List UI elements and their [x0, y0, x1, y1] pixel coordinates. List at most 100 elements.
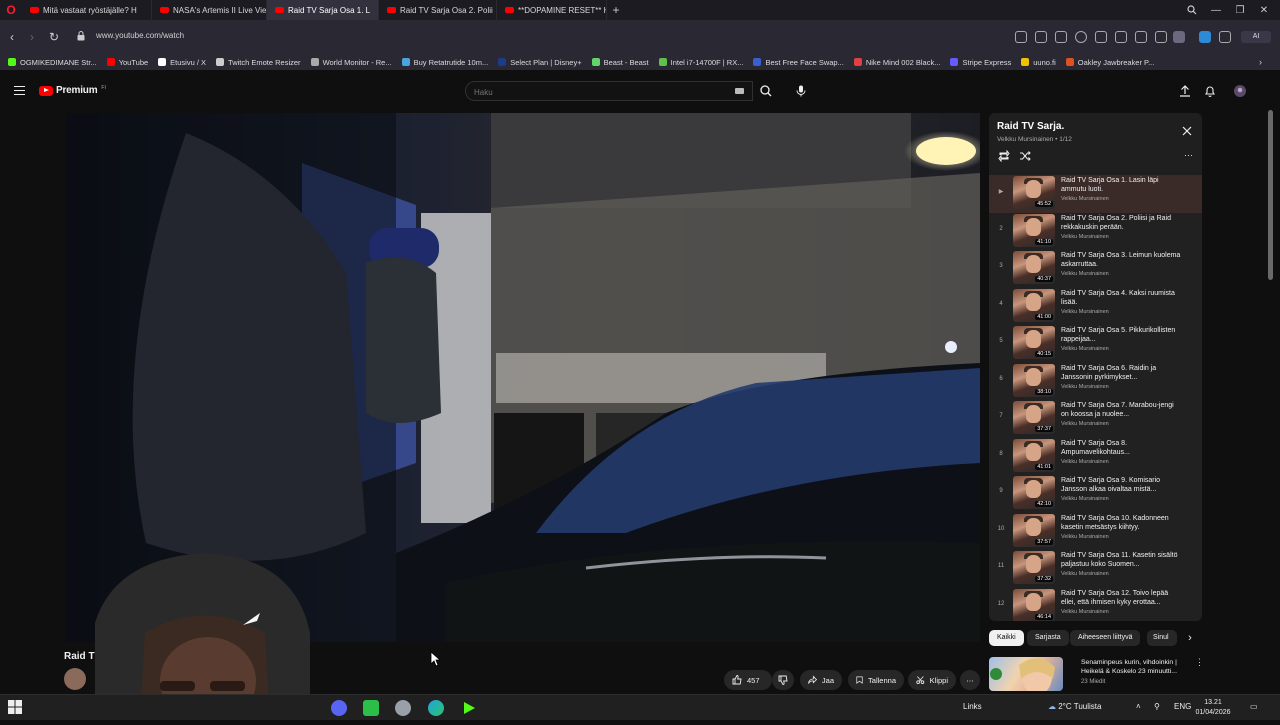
search-input[interactable]: [466, 83, 706, 102]
more-actions-button[interactable]: ⋯: [960, 670, 980, 690]
chips-next-chevron-icon[interactable]: ›: [1183, 630, 1197, 646]
bookmark-item[interactable]: World Monitor - Re...: [310, 58, 392, 67]
opera-logo-icon[interactable]: O: [0, 0, 22, 20]
bookmark-item[interactable]: Select Plan | Disney+: [498, 58, 582, 67]
playlist-item[interactable]: 12 46:14 Raid TV Sarja Osa 12. Toivo lep…: [989, 588, 1202, 621]
bookmark-item[interactable]: Nike Mind 002 Black...: [853, 58, 940, 67]
bookmark-item[interactable]: Etusivu / X: [158, 58, 206, 67]
page-scrollbar[interactable]: [1268, 110, 1273, 280]
bookmark-item[interactable]: Oakley Jawbreaker P...: [1065, 58, 1154, 67]
playlist-item[interactable]: 4 41:00 Raid TV Sarja Osa 4. Kaksi ruumi…: [989, 288, 1202, 326]
ai-button[interactable]: AI: [1241, 31, 1271, 43]
lens-icon[interactable]: [1015, 31, 1027, 43]
playlist-item[interactable]: 6 38:10 Raid TV Sarja Osa 6. Raidin ja J…: [989, 363, 1202, 401]
playlist-item[interactable]: 2 41:10 Raid TV Sarja Osa 2. Poliisi ja …: [989, 213, 1202, 251]
heart-icon[interactable]: [1115, 31, 1127, 43]
playlist-title[interactable]: Raid TV Sarja.: [997, 121, 1194, 132]
links-toolbar[interactable]: Links: [963, 702, 982, 711]
channel-avatar[interactable]: [64, 668, 86, 690]
chip-for-you[interactable]: Sinul: [1147, 630, 1177, 646]
related-thumbnail-image: [990, 658, 1055, 691]
close-window-button[interactable]: ✕: [1252, 0, 1276, 20]
share-button[interactable]: Jaa: [800, 670, 842, 690]
playlist-item-title: Raid TV Sarja Osa 2. Poliisi ja Raid rek…: [1061, 214, 1171, 231]
url-text[interactable]: www.youtube.com/watch: [96, 31, 184, 40]
playlist-item[interactable]: 7 37:37 Raid TV Sarja Osa 7. Marabou-jen…: [989, 400, 1202, 438]
browser-tab-2[interactable]: NASA's Artemis II Live Vie: [152, 0, 267, 20]
kick-play-icon[interactable]: [461, 700, 477, 716]
network-icon[interactable]: ⚲: [1154, 702, 1160, 711]
browser-search-icon[interactable]: [1180, 0, 1204, 20]
like-button[interactable]: 457: [724, 670, 772, 690]
shuffle-icon[interactable]: [1019, 150, 1031, 162]
language-indicator[interactable]: ENG: [1174, 702, 1191, 711]
weather-widget[interactable]: ☁ 2°C Tuulista: [1048, 702, 1101, 711]
bookmark-favicon-icon: [950, 58, 959, 66]
chip-related[interactable]: Aiheeseen liittyvä: [1070, 630, 1141, 646]
extension-blue-icon[interactable]: [1199, 31, 1211, 43]
notification-center-icon[interactable]: ▭: [1250, 702, 1258, 711]
hamburger-menu-icon[interactable]: [14, 86, 25, 95]
chip-all[interactable]: Kaikki: [989, 630, 1024, 646]
youtube-premium-logo[interactable]: Premium FI: [39, 85, 106, 96]
new-tab-button[interactable]: +: [607, 3, 625, 17]
bookmark-item[interactable]: YouTube: [106, 58, 148, 67]
upload-button[interactable]: [1178, 84, 1192, 98]
restore-button[interactable]: ❐: [1228, 0, 1252, 20]
bookmark-item[interactable]: Buy Retatrutide 10m...: [401, 58, 488, 67]
playlist-item[interactable]: 9 42:10 Raid TV Sarja Osa 9. Komisario J…: [989, 475, 1202, 513]
camera-icon[interactable]: [1055, 31, 1067, 43]
dislike-button[interactable]: [772, 670, 794, 690]
clip-button[interactable]: Klippi: [908, 670, 956, 690]
edit-icon[interactable]: [1035, 31, 1047, 43]
bookmark-item[interactable]: Intel i7-14700F | RX...: [658, 58, 743, 67]
app-green-icon[interactable]: [363, 700, 379, 716]
loop-icon[interactable]: [998, 150, 1010, 162]
bookmark-item[interactable]: Beast - Beast: [591, 58, 649, 67]
steam-icon[interactable]: [395, 700, 411, 716]
extensions-icon[interactable]: [1219, 31, 1231, 43]
vpn-icon[interactable]: [1075, 31, 1087, 43]
edge-icon[interactable]: [428, 700, 444, 716]
taskbar-clock[interactable]: 13.21 01/04/2026: [1192, 698, 1234, 718]
related-meta: 23 Miedit: [1081, 679, 1106, 685]
forward-button[interactable]: ›: [24, 29, 40, 45]
discord-icon[interactable]: [331, 700, 347, 716]
related-video[interactable]: Senaminpeus kurin, vihdoinkin | Heikelä …: [989, 655, 1214, 691]
save-button[interactable]: Tallenna: [848, 670, 904, 690]
player-icon[interactable]: [1095, 31, 1107, 43]
playlist-item[interactable]: 10 37:57 Raid TV Sarja Osa 10. Kadonneen…: [989, 513, 1202, 551]
playlist-item[interactable]: 5 40:15 Raid TV Sarja Osa 5. Pikkurikoll…: [989, 325, 1202, 363]
bookmark-item[interactable]: Twitch Emote Resizer: [216, 58, 301, 67]
close-icon[interactable]: [1182, 126, 1192, 136]
keyboard-icon[interactable]: [735, 88, 744, 94]
bookmark-item[interactable]: uuno.fi: [1021, 58, 1056, 67]
bookmark-item[interactable]: OGMIKEDIMANE Str...: [8, 58, 97, 67]
playlist-item[interactable]: 11 37:32 Raid TV Sarja Osa 11. Kasetin s…: [989, 550, 1202, 588]
browser-tab-4[interactable]: Raid TV Sarja Osa 2. Polii: [379, 0, 497, 20]
playlist-item[interactable]: 3 40:37 Raid TV Sarja Osa 3. Leimun kuol…: [989, 250, 1202, 288]
playlist-item-current[interactable]: ▶ 45:52 Raid TV Sarja Osa 1. Lasin läpi …: [989, 175, 1202, 213]
reload-button[interactable]: ↻: [46, 29, 62, 45]
back-button[interactable]: ‹: [4, 29, 20, 45]
account-avatar[interactable]: [1233, 84, 1247, 98]
bookmark-item[interactable]: Stripe Express: [950, 58, 1011, 67]
browser-tab-5[interactable]: **DOPAMINE RESET** Hap: [497, 0, 607, 20]
playlist-item[interactable]: 8 41:01 Raid TV Sarja Osa 8. Ampumavelik…: [989, 438, 1202, 476]
more-vertical-icon[interactable]: ⋯: [1184, 150, 1193, 161]
minimize-button[interactable]: —: [1204, 0, 1228, 20]
browser-tab-3-active[interactable]: Raid TV Sarja Osa 1. L: [267, 0, 379, 20]
profile-icon[interactable]: [1173, 31, 1185, 43]
search-button[interactable]: [753, 81, 779, 101]
chip-series[interactable]: Sarjasta: [1027, 630, 1069, 646]
windows-start-icon[interactable]: [8, 700, 24, 716]
bookmark-item[interactable]: Best Free Face Swap...: [753, 58, 844, 67]
download-icon[interactable]: [1135, 31, 1147, 43]
voice-search-button[interactable]: [791, 81, 811, 101]
more-vertical-icon[interactable]: ⋮: [1195, 657, 1204, 668]
menu-icon[interactable]: [1155, 31, 1167, 43]
browser-tab-1[interactable]: Mitä vastaat ryöstäjälle? H: [22, 0, 152, 20]
tray-chevron-icon[interactable]: ˄: [1136, 702, 1141, 711]
notifications-button[interactable]: [1203, 84, 1217, 98]
bookmarks-overflow-chevron-icon[interactable]: ›: [1259, 57, 1262, 67]
